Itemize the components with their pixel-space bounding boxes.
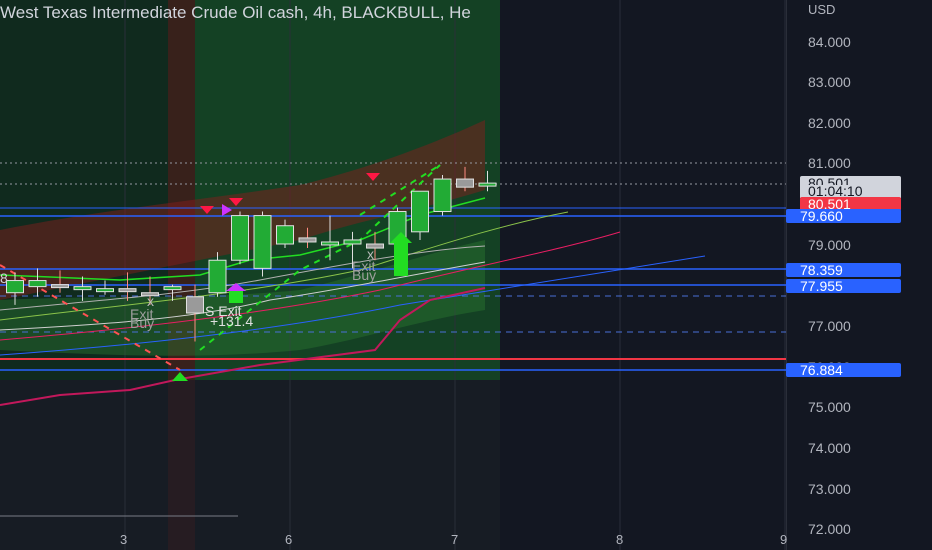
candle-body — [51, 284, 69, 289]
time-axis-label: 8 — [616, 532, 624, 547]
candle-body — [456, 178, 474, 188]
candle-body — [478, 182, 497, 187]
currency-label[interactable]: USD — [808, 2, 835, 18]
candle-body — [298, 237, 317, 243]
level-tag[interactable]: 79.660 — [786, 209, 901, 223]
candle-body — [276, 225, 294, 245]
candle-body — [208, 259, 227, 294]
time-axis-label: 9 — [780, 532, 788, 547]
price-label: 83.000 — [808, 74, 851, 90]
profit-label: +131.4 — [210, 313, 254, 329]
time-axis-label: 7 — [451, 532, 459, 547]
price-chart[interactable] — [0, 0, 786, 550]
candle-body — [343, 239, 362, 245]
candle-body — [253, 215, 272, 269]
price-label: 84.000 — [808, 34, 851, 50]
price-label: 79.000 — [808, 237, 851, 253]
chart-title: West Texas Intermediate Crude Oil cash, … — [0, 3, 471, 22]
level-tag[interactable]: 76.884 — [786, 363, 901, 377]
candle-body — [411, 190, 429, 233]
buy-arrow-shaft — [394, 242, 408, 276]
candle-body — [96, 288, 114, 293]
candle-body — [433, 178, 452, 213]
chart-window[interactable]: 8 x x Exit Buy S Exit +131.4 Exit Buy We… — [0, 0, 932, 550]
candle-body — [6, 280, 24, 294]
candle-body — [321, 241, 339, 246]
lower-dark-zone — [0, 380, 500, 550]
candle-body — [118, 288, 137, 293]
buy-label-right: Buy — [352, 267, 377, 283]
candle-body — [231, 215, 249, 261]
price-label: 82.000 — [808, 115, 851, 131]
time-axis-label: 6 — [285, 532, 293, 547]
price-label: 72.000 — [808, 521, 851, 537]
level-tag[interactable]: 78.359 — [786, 263, 901, 277]
left-marker-label: 8 — [0, 270, 8, 286]
candle-body — [28, 280, 47, 288]
time-axis-label: 3 — [120, 532, 128, 547]
price-label: 81.000 — [808, 155, 851, 171]
price-label: 74.000 — [808, 440, 851, 456]
level-tag[interactable]: 77.955 — [786, 279, 901, 293]
price-label: 77.000 — [808, 318, 851, 334]
candle-body — [73, 286, 92, 291]
candle-body — [186, 296, 204, 314]
buy-label-left: Buy — [130, 315, 155, 331]
price-label: 73.000 — [808, 481, 851, 497]
candle-body — [163, 286, 182, 291]
exit-arrow-shaft — [229, 289, 243, 303]
price-label: 75.000 — [808, 399, 851, 415]
